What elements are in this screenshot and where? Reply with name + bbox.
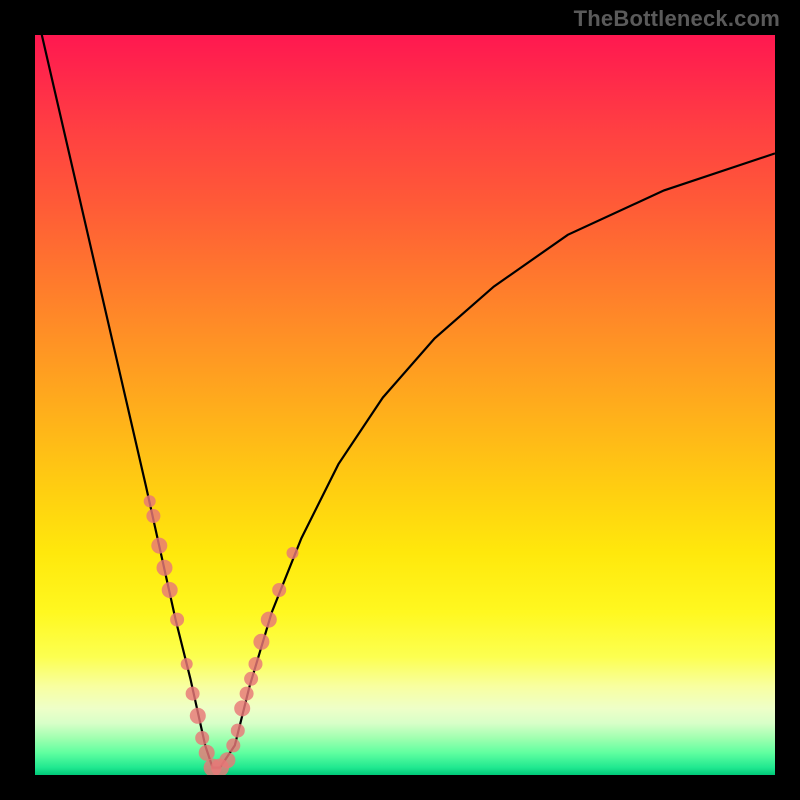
data-marker [226, 738, 240, 752]
plot-area [35, 35, 775, 775]
data-marker [272, 583, 286, 597]
data-marker [170, 613, 184, 627]
data-marker [244, 672, 258, 686]
data-marker [261, 612, 277, 628]
chart-overlay [35, 35, 775, 775]
data-marker [231, 724, 245, 738]
data-marker [186, 687, 200, 701]
data-marker [190, 708, 206, 724]
data-marker [144, 495, 156, 507]
data-marker [181, 658, 193, 670]
data-marker [204, 759, 222, 775]
data-marker [234, 700, 250, 716]
data-marker [219, 752, 235, 768]
data-marker [162, 582, 178, 598]
bottleneck-curve [35, 35, 775, 768]
watermark-label: TheBottleneck.com [574, 6, 780, 32]
data-marker [240, 687, 254, 701]
data-marker [195, 731, 209, 745]
data-marker [287, 547, 299, 559]
data-marker [151, 538, 167, 554]
marker-group [144, 495, 299, 775]
data-marker [211, 759, 229, 775]
data-marker [146, 509, 160, 523]
data-marker [199, 745, 215, 761]
data-marker [157, 560, 173, 576]
data-marker [249, 657, 263, 671]
data-marker [253, 634, 269, 650]
chart-container: TheBottleneck.com [0, 0, 800, 800]
